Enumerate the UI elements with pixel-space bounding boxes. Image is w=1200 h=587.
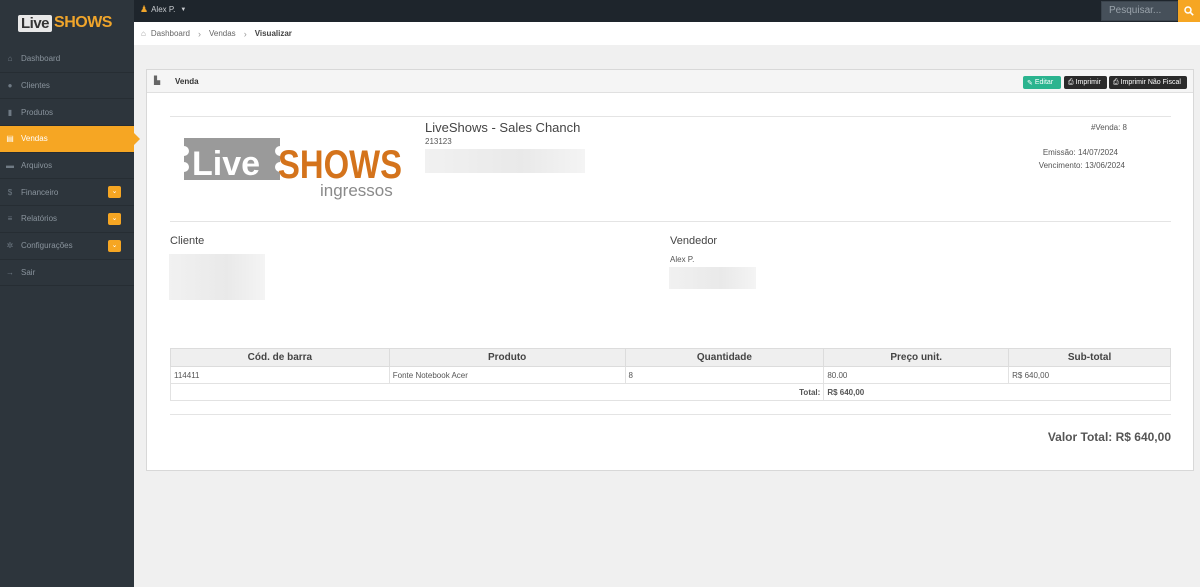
sidebar-item-configuracoes[interactable]: ✲ Configurações ⌄ — [0, 233, 134, 260]
list-icon: ≡ — [7, 214, 13, 224]
sidebar-item-relatorios[interactable]: ≡ Relatórios ⌄ — [0, 206, 134, 233]
gear-icon: ✲ — [6, 241, 14, 251]
sale-emission-date: Emissão: 14/07/2024 — [1042, 148, 1118, 157]
sidebar-item-label: Vendas — [21, 134, 48, 144]
seller-title: Vendedor — [670, 235, 718, 247]
table-header-row: Cód. de barra Produto Quantidade Preço u… — [170, 348, 1171, 367]
print-nonfiscal-button[interactable]: ⎙ Imprimir Não Fiscal — [1109, 76, 1187, 89]
edit-button-label: Editar — [1034, 79, 1054, 86]
client-title: Cliente — [170, 235, 205, 247]
redacted-client-info — [169, 254, 265, 300]
sidebar-item-label: Relatórios — [21, 214, 58, 224]
print-button-label: Imprimir — [1075, 79, 1101, 86]
sidebar: Live SHOWS ⌂ Dashboard ● Clientes ▮ Prod… — [0, 0, 140, 587]
chevron-down-icon[interactable]: ⌄ — [108, 213, 121, 226]
panel-title: Venda — [175, 77, 199, 86]
sidebar-item-label: Financeiro — [21, 187, 59, 197]
money-icon: $ — [7, 187, 13, 197]
sidebar-item-arquivos[interactable]: ▬ Arquivos — [0, 153, 134, 180]
home-icon: ⌂ — [7, 54, 13, 64]
column-header: Quantidade — [624, 348, 825, 367]
users-icon: ● — [7, 81, 13, 91]
items-table: Cód. de barra Produto Quantidade Preço u… — [169, 348, 1171, 401]
chevron-right-icon: › — [197, 28, 201, 39]
grand-total: Valor Total: R$ 640,00 — [1047, 430, 1171, 444]
caret-down-icon: ▼ — [180, 6, 187, 13]
divider — [170, 414, 1171, 415]
sitemap-icon: ▙ — [154, 76, 161, 85]
redacted-seller-info — [669, 267, 756, 289]
column-header: Preço unit. — [823, 348, 1010, 367]
column-header: Sub-total — [1008, 348, 1171, 367]
edit-icon: ✎ — [1027, 79, 1033, 87]
chevron-down-icon[interactable]: ⌄ — [108, 186, 121, 199]
redacted-company-info — [425, 149, 585, 173]
print-button[interactable]: ⎙ Imprimir — [1064, 76, 1107, 89]
home-icon: ⌂ — [141, 29, 146, 38]
breadcrumb-dashboard[interactable]: Dashboard — [151, 29, 190, 38]
breadcrumb: ⌂ Dashboard › Vendas › Visualizar — [134, 22, 1200, 45]
chevron-right-icon: › — [243, 28, 247, 39]
cart-icon: ▤ — [6, 134, 14, 144]
sidebar-item-produtos[interactable]: ▮ Produtos — [0, 99, 134, 127]
logo-shows-text: SHOWS — [54, 14, 112, 31]
search-icon — [1184, 6, 1194, 16]
cell-subtotal: R$ 640,00 — [1008, 366, 1171, 384]
sidebar-item-label: Arquivos — [21, 161, 53, 171]
breadcrumb-current: Visualizar — [254, 29, 292, 38]
user-menu[interactable]: ♟ Alex P. ▼ — [140, 4, 186, 15]
user-icon: ♟ — [140, 4, 149, 14]
logo-tagline-text: ingressos — [320, 181, 393, 200]
divider — [170, 221, 1171, 222]
divider — [170, 116, 1171, 117]
sidebar-item-label: Sair — [21, 267, 36, 277]
barcode-icon: ▮ — [7, 107, 13, 117]
company-name: LiveShows - Sales Chanch — [425, 120, 581, 135]
total-value: R$ 640,00 — [823, 383, 1171, 401]
sale-number: #Venda: 8 — [1090, 123, 1127, 132]
sidebar-item-label: Clientes — [21, 81, 50, 91]
sidebar-item-label: Configurações — [21, 241, 73, 251]
chevron-down-icon[interactable]: ⌄ — [108, 239, 121, 252]
hdd-icon: ▬ — [6, 161, 14, 171]
cell-unit-price: 80.00 — [823, 366, 1010, 384]
print-nonfiscal-label: Imprimir Não Fiscal — [1120, 79, 1181, 86]
print-icon: ⎙ — [1068, 78, 1074, 86]
user-name: Alex P. — [151, 5, 176, 14]
edit-button[interactable]: ✎ Editar — [1023, 76, 1061, 89]
sidebar-item-label: Produtos — [21, 107, 54, 117]
sidebar-item-sair[interactable]: → Sair — [0, 260, 134, 287]
sidebar-item-clientes[interactable]: ● Clientes — [0, 73, 134, 100]
sidebar-item-dashboard[interactable]: ⌂ Dashboard — [0, 46, 134, 73]
sidebar-item-financeiro[interactable]: $ Financeiro ⌄ — [0, 179, 134, 207]
column-header: Cód. de barra — [170, 348, 390, 367]
cell-quantity: 8 — [624, 366, 825, 384]
print-icon: ⎙ — [1113, 78, 1119, 86]
column-header: Produto — [388, 348, 626, 367]
sidebar-item-vendas[interactable]: ▤ Vendas — [0, 126, 140, 153]
sidebar-item-label: Dashboard — [21, 54, 61, 64]
company-logo: Live SHOWS ingressos — [184, 138, 402, 200]
search-button[interactable] — [1178, 0, 1200, 22]
logo-live-text: Live — [192, 145, 260, 183]
brand-logo[interactable]: Live SHOWS — [18, 14, 112, 32]
company-id: 213123 — [425, 137, 452, 146]
table-total-row: Total: R$ 640,00 — [169, 383, 1171, 401]
sidebar-menu: ⌂ Dashboard ● Clientes ▮ Produtos ▤ Vend… — [0, 46, 140, 287]
logo-live-text: Live — [18, 14, 53, 32]
total-label: Total: — [169, 383, 825, 401]
sale-due-date: Vencimento: 13/06/2024 — [1038, 161, 1125, 170]
search-input[interactable]: Pesquisar... — [1101, 1, 1178, 21]
panel-header: ▙ Venda ✎ Editar ⎙ Imprimir ⎙ Imprimir N… — [147, 70, 1193, 93]
breadcrumb-vendas[interactable]: Vendas — [209, 29, 236, 38]
table-row: 114411 Fonte Notebook Acer 8 80.00 R$ 64… — [170, 366, 1171, 384]
cell-barcode: 114411 — [170, 366, 390, 384]
seller-name: Alex P. — [670, 255, 695, 264]
cell-product: Fonte Notebook Acer — [388, 366, 626, 384]
topbar — [134, 0, 1200, 22]
signout-icon: → — [6, 267, 14, 277]
